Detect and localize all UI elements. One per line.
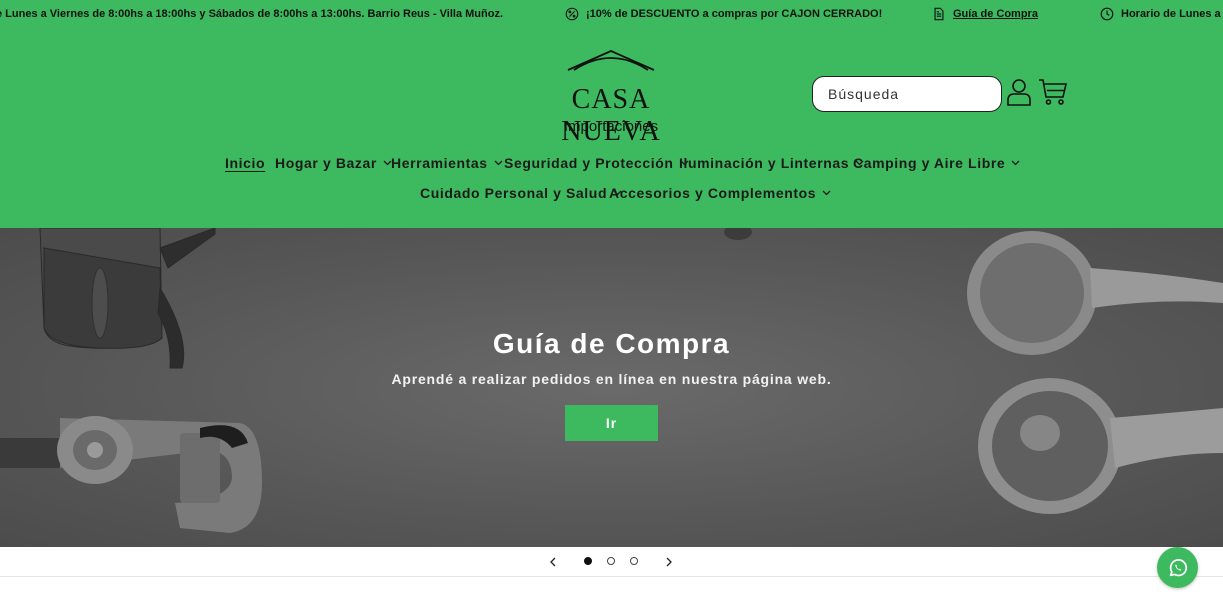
nav-item-label: Iluminación y Linternas <box>679 155 850 171</box>
nav-item-label: Accesorios y Complementos <box>609 185 817 201</box>
nav-item-seguridad-proteccion[interactable]: Seguridad y Protección <box>504 148 689 178</box>
nav-item-label: Camping y Aire Libre <box>853 155 1006 171</box>
hero-kitchen-tools-image <box>0 228 1223 533</box>
slider-next-button[interactable] <box>662 555 676 569</box>
nav-item-label: Inicio <box>225 155 266 171</box>
nav-item-cuidado-personal-salud[interactable]: Cuidado Personal y Salud <box>420 178 622 208</box>
nav-item-herramientas[interactable]: Herramientas <box>391 148 503 178</box>
announcement-text: Horario de Lunes a V <box>1121 8 1223 20</box>
chevron-down-icon <box>1011 160 1020 166</box>
announcement-hours: Horario de Lunes a V <box>1100 0 1223 28</box>
announcement-text[interactable]: Guía de Compra <box>953 8 1038 20</box>
nav-item-iluminacion-linternas[interactable]: Iluminación y Linternas <box>679 148 864 178</box>
account-icon[interactable] <box>1006 78 1032 106</box>
announcement-discount: ¡10% de DESCUENTO a compras por CAJON CE… <box>565 0 882 28</box>
nav-item-accesorios-complementos[interactable]: Accesorios y Complementos <box>609 178 831 208</box>
nav-row-1: Inicio Hogar y Bazar Herramientas Seguri… <box>0 148 1223 178</box>
nav-item-label: Herramientas <box>391 155 488 171</box>
cart-icon[interactable] <box>1038 78 1068 106</box>
announcement-text: e Lunes a Viernes de 8:00hs a 18:00hs y … <box>0 8 504 20</box>
nav-item-camping-aire-libre[interactable]: Camping y Aire Libre <box>853 148 1020 178</box>
nav-row-2: Cuidado Personal y Salud Accesorios y Co… <box>0 178 1223 208</box>
announcement-guide-link[interactable]: Guía de Compra <box>932 0 1038 28</box>
hero-button[interactable]: Ir <box>565 405 658 441</box>
clock-icon <box>1100 7 1114 21</box>
house-roof-icon <box>567 50 655 71</box>
chevron-down-icon <box>494 160 503 166</box>
chevron-down-icon <box>822 190 831 196</box>
slider-dot-3[interactable] <box>630 557 638 565</box>
nav-item-label: Seguridad y Protección <box>504 155 674 171</box>
logo-brand: CASA NUEVA <box>561 84 661 147</box>
nav-item-inicio[interactable]: Inicio <box>225 148 265 178</box>
chevron-right-icon <box>666 557 672 567</box>
announcement-hours-partial: e Lunes a Viernes de 8:00hs a 18:00hs y … <box>0 0 503 28</box>
site-logo[interactable]: CASA NUEVA Importaciones <box>520 48 702 147</box>
search-input[interactable] <box>812 76 1002 112</box>
nav-item-label: Hogar y Bazar <box>275 155 377 171</box>
hero-text: Aprendé a realizar pedidos en línea en n… <box>391 371 832 387</box>
nav-item-label: Cuidado Personal y Salud <box>420 185 608 201</box>
chevron-left-icon <box>550 557 556 567</box>
document-icon <box>934 7 944 21</box>
announcement-text: ¡10% de DESCUENTO a compras por CAJON CE… <box>586 8 883 20</box>
logo-subtitle: Importaciones <box>563 118 659 135</box>
nav-item-hogar-bazar[interactable]: Hogar y Bazar <box>275 148 392 178</box>
measuring-scoop-illustration <box>978 378 1223 514</box>
site-header: CASA NUEVA Importaciones Inicio Hogar y … <box>0 28 1223 228</box>
corkscrew-illustration <box>0 416 262 533</box>
slider-dot-2[interactable] <box>607 557 615 565</box>
hero-slide: Guía de Compra Aprendé a realizar pedido… <box>0 228 1223 547</box>
discount-badge-icon <box>565 7 579 21</box>
whatsapp-button[interactable] <box>1157 547 1198 588</box>
slider-previous-button[interactable] <box>546 555 560 569</box>
slider-dot-1[interactable] <box>584 557 592 565</box>
announcement-bar: e Lunes a Viernes de 8:00hs a 18:00hs y … <box>0 0 1223 28</box>
whatsapp-icon <box>1169 558 1187 576</box>
hero-title: Guía de Compra <box>492 328 731 359</box>
slider-controls <box>0 547 1223 577</box>
small-tool-illustration <box>724 228 752 240</box>
